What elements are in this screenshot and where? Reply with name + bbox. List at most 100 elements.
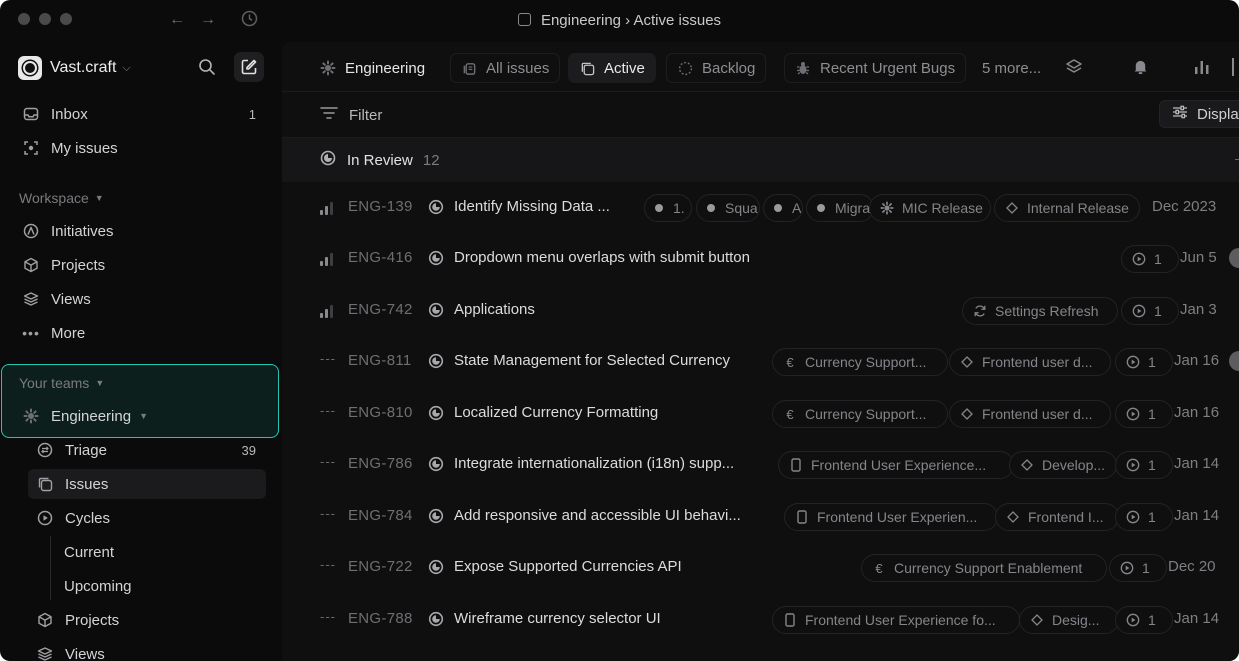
in-review-status-icon[interactable] (428, 405, 444, 421)
project-chip[interactable]: € Currency Support Enablement (861, 554, 1107, 582)
workspace-switcher[interactable]: Vast.craft ⌵ (18, 55, 131, 81)
sidebar-team-engineering[interactable]: Engineering ▼ (14, 401, 266, 431)
chart-icon[interactable] (1193, 58, 1211, 80)
issue-row[interactable]: --- ENG-722 Expose Supported Currencies AP… (282, 542, 1239, 593)
in-review-status-icon[interactable] (428, 508, 444, 524)
workspace-section-label[interactable]: Workspace ▼ (19, 190, 104, 206)
no-priority-icon[interactable]: --- (320, 506, 336, 521)
issue-title[interactable]: Add responsive and accessible UI behavi.… (454, 507, 741, 524)
label-chip[interactable]: A (763, 194, 803, 222)
no-priority-icon[interactable]: --- (320, 609, 336, 624)
no-priority-icon[interactable]: --- (320, 403, 336, 418)
project-chip[interactable]: Frontend User Experien... (784, 503, 998, 531)
search-button[interactable] (192, 52, 222, 82)
issue-title[interactable]: Localized Currency Formatting (454, 404, 658, 421)
your-teams-section-label[interactable]: Your teams ▼ (19, 375, 104, 391)
sidebar-item-cycles[interactable]: Cycles (28, 503, 266, 533)
sidebar-item-more[interactable]: ••• More (14, 318, 266, 348)
cycle-chip[interactable]: 1 (1115, 348, 1173, 376)
project-chip[interactable]: Frontend user d... (949, 400, 1111, 428)
issue-title[interactable]: Dropdown menu overlaps with submit butto… (454, 249, 750, 266)
in-review-status-icon[interactable] (428, 250, 444, 266)
sidebar-item-views[interactable]: Views (14, 284, 266, 314)
project-chip[interactable]: Frontend user d... (949, 348, 1111, 376)
in-review-status-icon[interactable] (428, 456, 444, 472)
no-priority-icon[interactable]: --- (320, 454, 336, 469)
cycle-chip[interactable]: 1 (1121, 245, 1179, 273)
issue-row[interactable]: --- ENG-810 Localized Currency Formatting €… (282, 388, 1239, 439)
project-chip[interactable]: Desig... (1019, 606, 1119, 634)
in-review-status-icon[interactable] (428, 302, 444, 318)
no-priority-icon[interactable]: --- (320, 351, 336, 366)
project-chip[interactable]: Frontend User Experience fo... (772, 606, 1020, 634)
sidebar-toggle-icon[interactable] (1232, 58, 1234, 76)
issue-title[interactable]: State Management for Selected Currency (454, 352, 730, 369)
tab-recent-urgent-bugs[interactable]: Recent Urgent Bugs (784, 53, 967, 83)
priority-medium-icon[interactable] (320, 252, 336, 266)
issue-date: Jan 16 (1174, 352, 1220, 369)
tab-backlog[interactable]: Backlog (666, 53, 767, 83)
cycle-chip[interactable]: 1 (1109, 554, 1167, 582)
sidebar-item-team-projects[interactable]: Projects (28, 605, 266, 635)
priority-medium-icon[interactable] (320, 201, 336, 215)
sidebar-item-my-issues[interactable]: My issues (14, 133, 266, 163)
cycle-chip[interactable]: 1 (1115, 503, 1173, 531)
label-chip[interactable]: Squa (696, 194, 760, 222)
new-issue-button[interactable] (234, 52, 264, 82)
sidebar-item-team-views[interactable]: Views (28, 639, 266, 661)
chip-label: MIC Release (902, 200, 983, 216)
filter-button[interactable]: Filter (320, 106, 382, 124)
project-chip[interactable]: Frontend I... (995, 503, 1119, 531)
issue-row[interactable]: ENG-139 Identify Missing Data ... 1. Squa A M… (282, 182, 1239, 233)
tab-more-views[interactable]: 5 more... (972, 53, 1051, 83)
issue-row[interactable]: ENG-742 Applications Settings Refresh 1 Jan … (282, 285, 1239, 336)
sidebar-item-issues[interactable]: Issues (28, 469, 266, 499)
project-chip[interactable]: Internal Release (994, 194, 1140, 222)
tab-team-engineering[interactable]: Engineering (310, 53, 435, 83)
group-header-in-review[interactable]: In Review 12 (282, 138, 1239, 182)
issue-title[interactable]: Identify Missing Data ... (454, 198, 610, 215)
issue-row[interactable]: --- ENG-811 State Management for Selected … (282, 336, 1239, 387)
assignee-avatar[interactable] (1229, 351, 1239, 371)
sidebar-item-current-cycle[interactable]: Current (44, 537, 266, 567)
cycle-chip[interactable]: 1 (1115, 400, 1173, 428)
bell-icon[interactable] (1132, 58, 1149, 79)
in-review-status-icon[interactable] (428, 559, 444, 575)
display-options-button[interactable]: Display (1159, 100, 1239, 128)
priority-medium-icon[interactable] (320, 304, 336, 318)
project-chip[interactable]: Settings Refresh (962, 297, 1118, 325)
sidebar-item-upcoming-cycle[interactable]: Upcoming (44, 571, 266, 601)
sidebar-item-inbox[interactable]: Inbox 1 (14, 99, 266, 129)
in-review-status-icon[interactable] (428, 353, 444, 369)
issue-row[interactable]: --- ENG-784 Add responsive and accessible … (282, 491, 1239, 542)
triage-count: 39 (241, 442, 256, 458)
chip-label: Currency Support... (805, 354, 927, 370)
cycle-chip[interactable]: 1 (1115, 606, 1173, 634)
tab-active[interactable]: Active (568, 53, 656, 83)
tab-all-issues[interactable]: All issues (450, 53, 561, 83)
label-chip[interactable]: 1. (644, 194, 692, 222)
sidebar-item-initiatives[interactable]: Initiatives (14, 216, 266, 246)
cycle-chip[interactable]: 1 (1121, 297, 1179, 325)
issue-title[interactable]: Integrate internationalization (i18n) su… (454, 455, 734, 472)
no-priority-icon[interactable]: --- (320, 557, 336, 572)
layers-icon[interactable] (1065, 58, 1083, 80)
project-chip[interactable]: € Currency Support... (772, 400, 948, 428)
issue-row[interactable]: --- ENG-788 Wireframe currency selector UI… (282, 594, 1239, 645)
issue-title[interactable]: Expose Supported Currencies API (454, 558, 682, 575)
project-chip[interactable]: MIC Release (869, 194, 991, 222)
cycle-chip[interactable]: 1 (1115, 451, 1173, 479)
sidebar-item-projects[interactable]: Projects (14, 250, 266, 280)
sidebar-item-triage[interactable]: Triage 39 (28, 435, 266, 465)
project-chip[interactable]: € Currency Support... (772, 348, 948, 376)
issue-title[interactable]: Wireframe currency selector UI (454, 610, 661, 627)
assignee-avatar[interactable] (1229, 248, 1239, 268)
issue-row[interactable]: --- ENG-786 Integrate internationalization… (282, 439, 1239, 490)
in-review-status-icon[interactable] (428, 199, 444, 215)
project-chip[interactable]: Develop... (1009, 451, 1117, 479)
label-chip[interactable]: Migra (806, 194, 874, 222)
issue-row[interactable]: ENG-416 Dropdown menu overlaps with submi… (282, 233, 1239, 284)
in-review-status-icon[interactable] (428, 611, 444, 627)
issue-title[interactable]: Applications (454, 301, 535, 318)
project-chip[interactable]: Frontend User Experience... (778, 451, 1014, 479)
